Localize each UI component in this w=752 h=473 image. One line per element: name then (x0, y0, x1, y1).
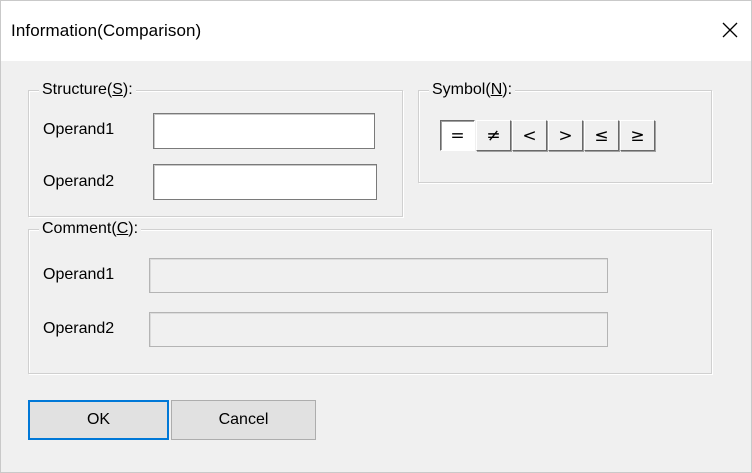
close-icon (722, 22, 738, 38)
comment-operand2-label: Operand2 (43, 320, 115, 337)
comment-operand1-field (149, 258, 608, 293)
symbol-not-equal-button[interactable]: ≠ (476, 120, 511, 151)
structure-operand1-label: Operand1 (43, 121, 115, 138)
structure-legend: Structure(S): (39, 80, 136, 100)
title-bar: Information(Comparison) (1, 1, 751, 61)
symbol-greater-than-button[interactable]: > (548, 120, 583, 151)
comment-legend: Comment(C): (39, 219, 142, 239)
cancel-button[interactable]: Cancel (171, 400, 316, 440)
structure-group: Structure(S): Operand1 Operand2 (28, 80, 403, 217)
comment-operand2-field (149, 312, 608, 347)
symbol-less-equal-button[interactable]: ≤ (584, 120, 619, 151)
structure-operand1-field[interactable] (153, 113, 375, 149)
comment-operand1-label: Operand1 (43, 266, 115, 283)
symbol-equal-button[interactable]: = (440, 120, 475, 151)
dialog-title: Information(Comparison) (11, 21, 202, 40)
symbol-group: Symbol(N): = ≠ < > ≤ ≥ (418, 80, 712, 183)
symbol-greater-equal-button[interactable]: ≥ (620, 120, 655, 151)
symbol-less-than-button[interactable]: < (512, 120, 547, 151)
structure-operand2-label: Operand2 (43, 173, 115, 190)
comparison-dialog: Information(Comparison) Structure(S): Op… (0, 0, 752, 473)
symbol-legend: Symbol(N): (429, 80, 516, 100)
symbol-button-bar: = ≠ < > ≤ ≥ (440, 120, 656, 151)
close-button[interactable] (715, 15, 745, 45)
ok-button[interactable]: OK (28, 400, 169, 440)
comment-group: Comment(C): Operand1 Operand2 (28, 219, 712, 374)
structure-operand2-field[interactable] (153, 164, 377, 200)
